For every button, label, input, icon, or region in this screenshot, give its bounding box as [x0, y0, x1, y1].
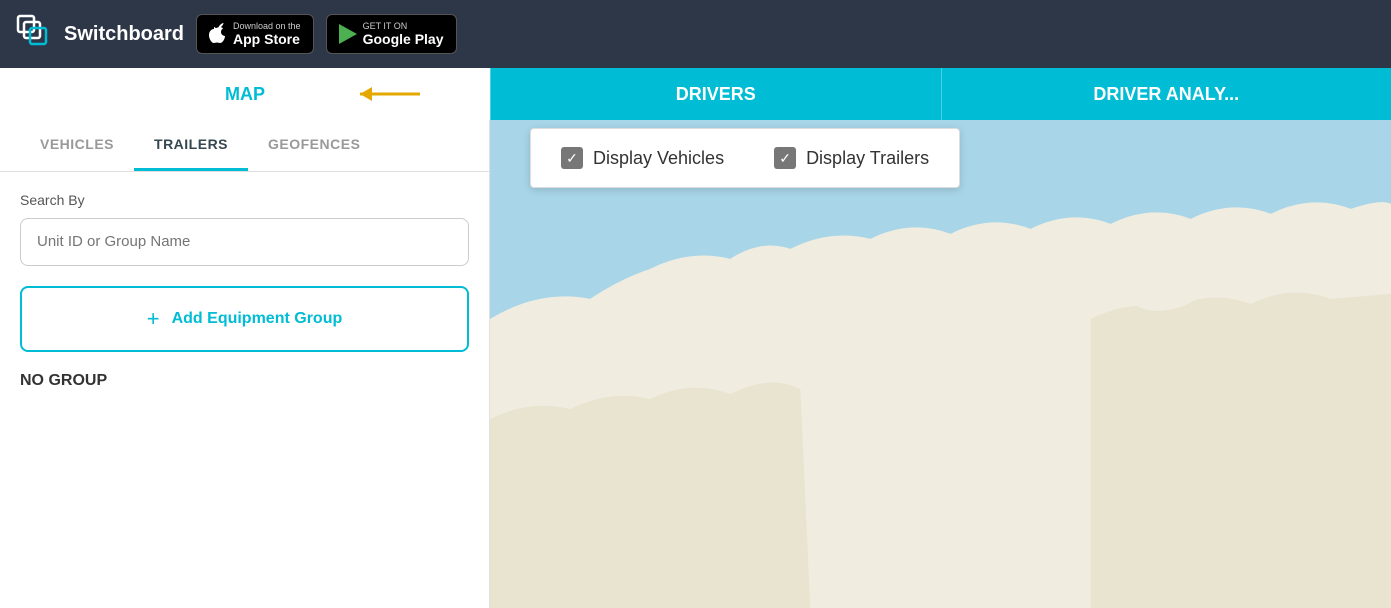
logo-text: Switchboard: [64, 23, 184, 46]
logo-area: Switchboard: [16, 14, 184, 54]
display-vehicles-checkbox[interactable]: ✓: [561, 147, 583, 169]
sub-tabs: VEHICLES TRAILERS GEOFENCES: [0, 120, 489, 172]
plus-icon: +: [147, 306, 160, 332]
driver-analysis-tab-label: DRIVER ANALY...: [1093, 84, 1239, 105]
main-tabs: MAP DRIVERS DRIVER ANALY...: [0, 68, 1391, 120]
search-input[interactable]: [37, 233, 452, 250]
map-tab-label: MAP: [225, 84, 265, 105]
tab-geofences[interactable]: GEOFENCES: [248, 120, 380, 171]
content-area: VEHICLES TRAILERS GEOFENCES Search By + …: [0, 120, 1391, 608]
app-store-small-text: Download on the: [233, 21, 301, 31]
app-store-button[interactable]: Download on the App Store: [196, 14, 314, 54]
google-play-icon: [339, 24, 357, 44]
add-equipment-group-button[interactable]: + Add Equipment Group: [20, 286, 469, 352]
google-play-text: GET IT ON Google Play: [363, 21, 444, 47]
tab-drivers[interactable]: DRIVERS: [490, 68, 941, 120]
add-group-label: Add Equipment Group: [172, 310, 343, 328]
apple-icon: [209, 23, 227, 45]
app-store-text: Download on the App Store: [233, 21, 301, 47]
google-play-button[interactable]: GET IT ON Google Play: [326, 14, 457, 54]
navbar: Switchboard Download on the App Store GE…: [0, 0, 1391, 68]
display-vehicles-option[interactable]: ✓ Display Vehicles: [561, 147, 724, 169]
search-input-container[interactable]: [20, 218, 469, 266]
drivers-tab-label: DRIVERS: [676, 84, 756, 105]
tab-driver-analysis[interactable]: DRIVER ANALY...: [941, 68, 1391, 120]
map-area: ✓ Display Vehicles ✓ Display Trailers: [490, 120, 1391, 608]
display-trailers-option[interactable]: ✓ Display Trailers: [774, 147, 929, 169]
google-play-large-text: Google Play: [363, 31, 444, 47]
search-by-label: Search By: [20, 192, 469, 208]
app-store-large-text: App Store: [233, 31, 301, 47]
google-play-small-text: GET IT ON: [363, 21, 444, 31]
map-background: [490, 120, 1391, 608]
display-trailers-checkbox[interactable]: ✓: [774, 147, 796, 169]
tab-trailers[interactable]: TRAILERS: [134, 120, 248, 171]
display-options-panel: ✓ Display Vehicles ✓ Display Trailers: [530, 128, 960, 188]
map-arrow-icon: [350, 79, 430, 109]
display-trailers-label: Display Trailers: [806, 148, 929, 169]
no-group-label: NO GROUP: [20, 372, 469, 390]
display-vehicles-label: Display Vehicles: [593, 148, 724, 169]
tab-map[interactable]: MAP: [0, 68, 490, 120]
sidebar: VEHICLES TRAILERS GEOFENCES Search By + …: [0, 120, 490, 608]
sidebar-content: Search By + Add Equipment Group NO GROUP: [0, 172, 489, 410]
tab-vehicles[interactable]: VEHICLES: [20, 120, 134, 171]
switchboard-logo-icon: [16, 14, 56, 54]
